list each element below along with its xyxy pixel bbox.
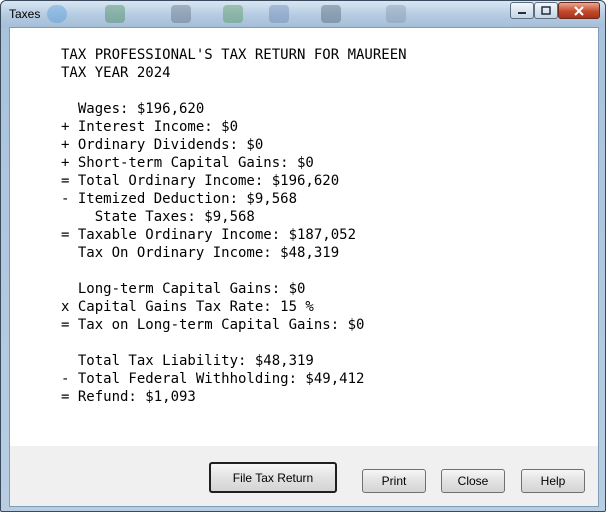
report-line: = Tax on Long-term Capital Gains: $0 [61, 317, 365, 333]
tax-report-area: TAX PROFESSIONAL'S TAX RETURN FOR MAUREE… [10, 28, 598, 446]
report-line: Wages: $196,620 [61, 101, 205, 117]
report-line: = Total Ordinary Income: $196,620 [61, 173, 340, 189]
report-line: x Capital Gains Tax Rate: 15 % [61, 299, 314, 315]
ghost-icon-6 [321, 5, 341, 23]
maximize-button[interactable] [534, 2, 558, 19]
taxes-window: Taxes TAX PROFESSIONAL'S TAX RETURN FOR … [0, 0, 606, 512]
report-line: + Ordinary Dividends: $0 [61, 137, 264, 153]
ghost-icon-1 [47, 5, 67, 23]
file-tax-return-button[interactable]: File Tax Return [209, 462, 337, 493]
minimize-icon [518, 11, 526, 14]
ghost-icon-2 [105, 5, 125, 23]
close-x-icon [574, 5, 584, 16]
report-line: Total Tax Liability: $48,319 [61, 353, 314, 369]
report-line: + Short-term Capital Gains: $0 [61, 155, 314, 171]
ghost-icon-4 [223, 5, 243, 23]
report-line: - Itemized Deduction: $9,568 [61, 191, 298, 207]
window-title: Taxes [9, 7, 41, 21]
title-bar[interactable]: Taxes [1, 1, 605, 27]
window-close-button[interactable] [558, 2, 600, 19]
close-button[interactable]: Close [441, 469, 505, 493]
report-line: TAX YEAR 2024 [61, 65, 171, 81]
report-line: Tax On Ordinary Income: $48,319 [61, 245, 340, 261]
report-line: Long-term Capital Gains: $0 [61, 281, 306, 297]
report-line: - Total Federal Withholding: $49,412 [61, 371, 365, 387]
report-line: = Taxable Ordinary Income: $187,052 [61, 227, 357, 243]
print-button[interactable]: Print [362, 469, 426, 493]
report-line: + Interest Income: $0 [61, 119, 239, 135]
client-area: TAX PROFESSIONAL'S TAX RETURN FOR MAUREE… [9, 27, 599, 507]
report-line: State Taxes: $9,568 [61, 209, 255, 225]
ghost-icon-3 [171, 5, 191, 23]
report-line: = Refund: $1,093 [61, 389, 196, 405]
ghost-icon-7 [386, 5, 406, 23]
help-button[interactable]: Help [521, 469, 585, 493]
maximize-icon [541, 6, 551, 15]
report-line: TAX PROFESSIONAL'S TAX RETURN FOR MAUREE… [61, 47, 407, 63]
minimize-button[interactable] [510, 2, 534, 19]
ghost-icon-5 [269, 5, 289, 23]
